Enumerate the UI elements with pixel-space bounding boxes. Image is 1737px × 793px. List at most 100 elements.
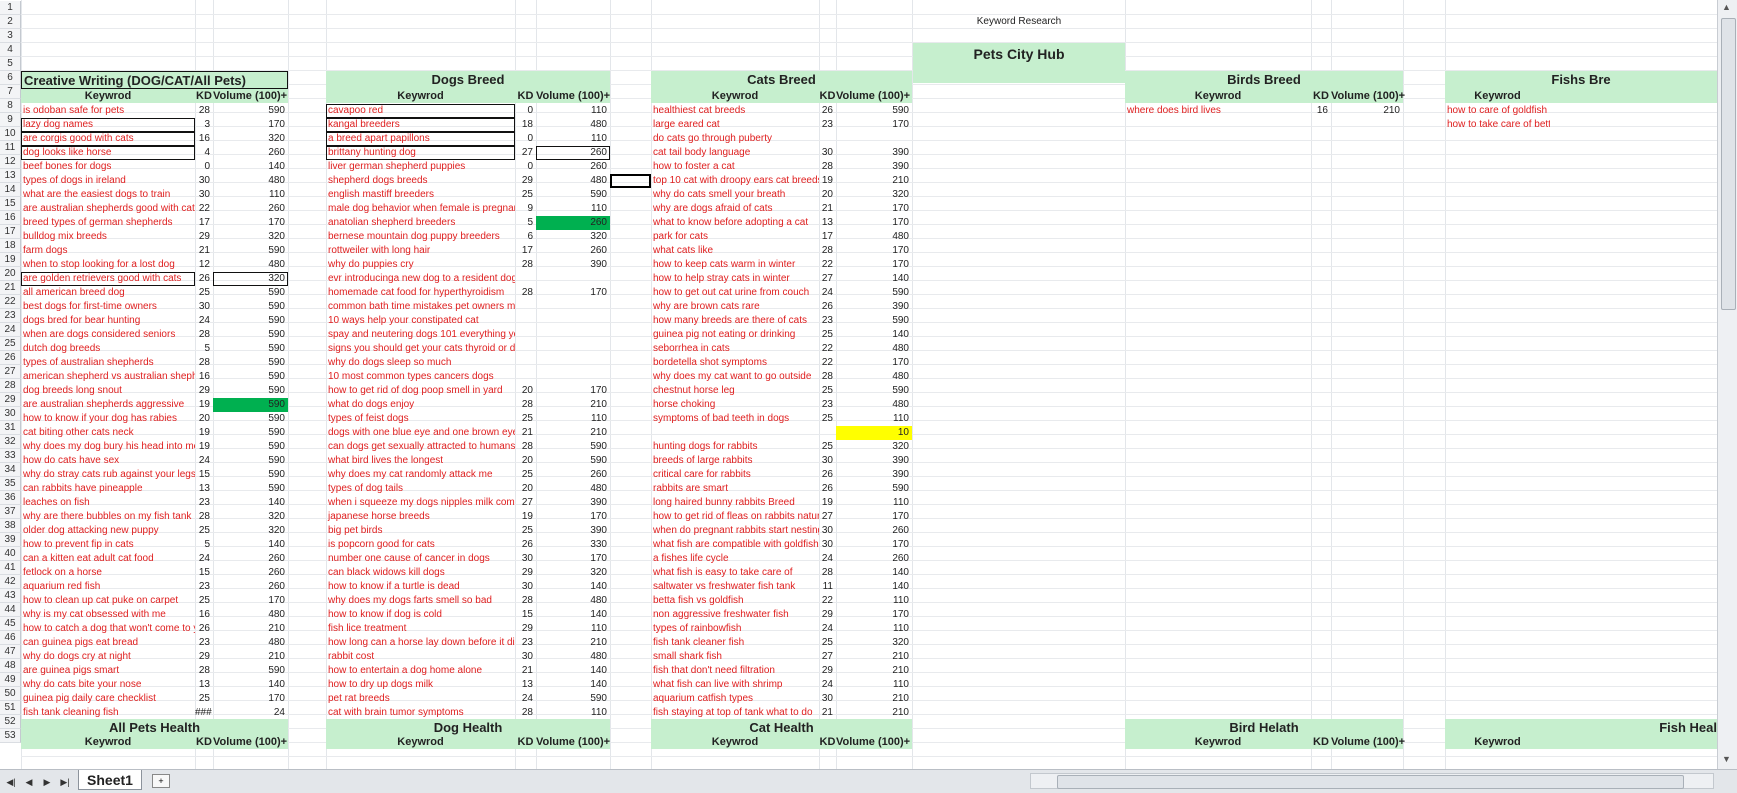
- keyword-cell[interactable]: what fish are compatible with goldfish: [651, 538, 819, 552]
- kd-cell[interactable]: 24: [819, 552, 836, 566]
- keyword-cell[interactable]: critical care for rabbits: [651, 468, 819, 482]
- kd-cell[interactable]: 30: [515, 580, 536, 594]
- kd-cell[interactable]: 0: [515, 160, 536, 174]
- volume-cell[interactable]: 590: [836, 384, 912, 398]
- volume-cell[interactable]: 590: [836, 482, 912, 496]
- row-header[interactable]: 19: [0, 253, 21, 267]
- horizontal-scrollbar[interactable]: [1030, 773, 1714, 789]
- keyword-cell[interactable]: how to know if dog is cold: [326, 608, 515, 622]
- row-header[interactable]: 33: [0, 449, 21, 463]
- volume-cell[interactable]: 590: [536, 454, 610, 468]
- kd-cell[interactable]: 29: [819, 664, 836, 678]
- kd-cell[interactable]: 24: [819, 622, 836, 636]
- row-header[interactable]: 4: [0, 43, 21, 57]
- kd-cell[interactable]: [515, 342, 536, 356]
- volume-cell[interactable]: 480: [213, 608, 288, 622]
- volume-cell[interactable]: 590: [213, 398, 288, 412]
- last-sheet-icon[interactable]: ▶|: [58, 775, 72, 789]
- kd-cell[interactable]: 25: [819, 328, 836, 342]
- keyword-cell[interactable]: why are dogs afraid of cats: [651, 202, 819, 216]
- kd-cell[interactable]: 28: [515, 440, 536, 454]
- kd-cell[interactable]: 21: [195, 244, 213, 258]
- kd-cell[interactable]: 26: [195, 622, 213, 636]
- volume-cell[interactable]: 260: [213, 580, 288, 594]
- kd-cell[interactable]: 26: [819, 104, 836, 118]
- keyword-cell[interactable]: where does bird lives: [1125, 104, 1311, 118]
- keyword-cell[interactable]: why do stray cats rub against your legs: [21, 468, 195, 482]
- row-header[interactable]: 45: [0, 617, 21, 631]
- keyword-cell[interactable]: types of australian shepherds: [21, 356, 195, 370]
- kd-cell[interactable]: 23: [195, 496, 213, 510]
- keyword-cell[interactable]: how to care of goldfish: [1445, 104, 1550, 118]
- keyword-cell[interactable]: can guinea pigs eat bread: [21, 636, 195, 650]
- volume-cell[interactable]: 210: [836, 664, 912, 678]
- volume-cell[interactable]: 170: [213, 692, 288, 706]
- keyword-cell[interactable]: when do pregnant rabbits start nesting: [651, 524, 819, 538]
- volume-cell[interactable]: 590: [536, 188, 610, 202]
- volume-cell[interactable]: 210: [536, 636, 610, 650]
- volume-cell[interactable]: 320: [213, 524, 288, 538]
- keyword-cell[interactable]: how to help stray cats in winter: [651, 272, 819, 286]
- volume-cell[interactable]: 110: [536, 412, 610, 426]
- volume-cell[interactable]: 170: [213, 118, 288, 132]
- volume-cell[interactable]: [536, 328, 610, 342]
- keyword-cell[interactable]: can rabbits have pineapple: [21, 482, 195, 496]
- keyword-cell[interactable]: how to know if your dog has rabies: [21, 412, 195, 426]
- volume-cell[interactable]: 110: [536, 202, 610, 216]
- kd-cell[interactable]: 16: [195, 370, 213, 384]
- volume-cell[interactable]: 590: [213, 300, 288, 314]
- keyword-cell[interactable]: non aggressive freshwater fish: [651, 608, 819, 622]
- kd-cell[interactable]: 26: [819, 482, 836, 496]
- row-header[interactable]: 32: [0, 435, 21, 449]
- kd-cell[interactable]: 23: [819, 398, 836, 412]
- keyword-cell[interactable]: big pet birds: [326, 524, 515, 538]
- kd-cell[interactable]: 20: [195, 412, 213, 426]
- keyword-cell[interactable]: english mastiff breeders: [326, 188, 515, 202]
- keyword-cell[interactable]: male dog behavior when female is pregnan…: [326, 202, 515, 216]
- keyword-cell[interactable]: american shepherd vs australian shephe: [21, 370, 195, 384]
- volume-cell[interactable]: 140: [536, 580, 610, 594]
- kd-cell[interactable]: 13: [195, 482, 213, 496]
- keyword-cell[interactable]: top 10 cat with droopy ears cat breeds: [651, 174, 819, 188]
- volume-cell[interactable]: 140: [213, 538, 288, 552]
- volume-cell[interactable]: 590: [213, 244, 288, 258]
- keyword-cell[interactable]: when are dogs considered seniors: [21, 328, 195, 342]
- volume-cell[interactable]: 480: [836, 398, 912, 412]
- volume-cell[interactable]: 590: [213, 426, 288, 440]
- keyword-cell[interactable]: seborrhea in cats: [651, 342, 819, 356]
- keyword-cell[interactable]: dogs bred for bear hunting: [21, 314, 195, 328]
- keyword-cell[interactable]: shepherd dogs breeds: [326, 174, 515, 188]
- kd-cell[interactable]: 30: [195, 174, 213, 188]
- kd-cell[interactable]: 23: [195, 580, 213, 594]
- kd-cell[interactable]: 28: [819, 370, 836, 384]
- kd-cell[interactable]: 4: [195, 146, 213, 160]
- volume-cell[interactable]: [536, 314, 610, 328]
- keyword-cell[interactable]: dog breeds long snout: [21, 384, 195, 398]
- volume-cell[interactable]: 590: [213, 342, 288, 356]
- keyword-cell[interactable]: how do cats have sex: [21, 454, 195, 468]
- kd-cell[interactable]: 27: [515, 146, 536, 160]
- volume-cell[interactable]: 320: [213, 230, 288, 244]
- keyword-cell[interactable]: a fishes life cycle: [651, 552, 819, 566]
- keyword-cell[interactable]: what bird lives the longest: [326, 454, 515, 468]
- volume-cell[interactable]: [536, 272, 610, 286]
- volume-cell[interactable]: 590: [213, 664, 288, 678]
- volume-cell[interactable]: [836, 132, 912, 146]
- keyword-cell[interactable]: what fish is easy to take care of: [651, 566, 819, 580]
- row-header[interactable]: 31: [0, 421, 21, 435]
- row-header[interactable]: 37: [0, 505, 21, 519]
- keyword-cell[interactable]: leaches on fish: [21, 496, 195, 510]
- row-header[interactable]: 53: [0, 729, 21, 743]
- keyword-cell[interactable]: breeds of large rabbits: [651, 454, 819, 468]
- volume-cell[interactable]: 110: [836, 678, 912, 692]
- volume-cell[interactable]: 170: [836, 510, 912, 524]
- kd-cell[interactable]: 28: [515, 286, 536, 300]
- volume-cell[interactable]: 320: [213, 510, 288, 524]
- kd-cell[interactable]: [515, 300, 536, 314]
- volume-cell[interactable]: 590: [213, 440, 288, 454]
- volume-cell[interactable]: 390: [536, 496, 610, 510]
- keyword-cell[interactable]: hunting dogs for rabbits: [651, 440, 819, 454]
- volume-cell[interactable]: 480: [536, 174, 610, 188]
- kd-cell[interactable]: 3: [195, 118, 213, 132]
- row-header[interactable]: 2: [0, 15, 21, 29]
